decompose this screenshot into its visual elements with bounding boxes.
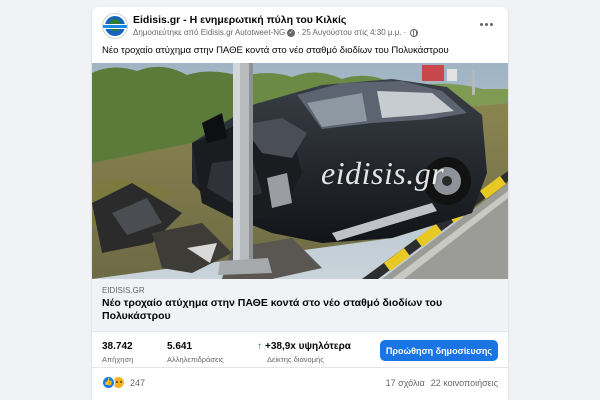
link-domain: EIDISIS.GR xyxy=(102,286,145,295)
accident-photo-image xyxy=(92,63,508,279)
more-options-icon[interactable] xyxy=(476,16,496,32)
meta-separator-2: · xyxy=(403,28,407,37)
distribution-stat[interactable]: ↑ +38,9x υψηλότερα Δείκτης διανομής xyxy=(257,341,351,364)
engagement-counts: 17 σχόλια 22 κοινοποιήσεις xyxy=(386,378,498,388)
shared-by-text: Δημοσιεύτηκε από Eidisis.gr Autotweet-NG xyxy=(133,28,286,37)
post-photo[interactable]: eidisis.gr xyxy=(92,63,508,279)
page-avatar[interactable] xyxy=(102,13,128,39)
promote-post-button[interactable]: Προώθηση δημοσίευσης xyxy=(380,340,498,361)
reach-stat[interactable]: 38.742 Απήχηση xyxy=(102,341,133,364)
globe-icon xyxy=(410,28,419,37)
distribution-value: +38,9x υψηλότερα xyxy=(265,341,351,352)
link-preview[interactable]: EIDISIS.GR Νέο τροχαίο ατύχημα στην ΠΑΘΕ… xyxy=(92,279,508,332)
shares-count[interactable]: 22 κοινοποιήσεις xyxy=(431,378,498,388)
arrow-up-icon: ↑ xyxy=(257,341,262,352)
facebook-post-card: Eidisis.gr - Η ενημερωτική πύλη του Κιλκ… xyxy=(92,7,508,400)
post-footer: 👍 247 17 σχόλια 22 κοινοποιήσεις xyxy=(92,368,508,400)
post-text: Νέο τροχαίο ατύχημα στην ΠΑΘΕ κοντά στο … xyxy=(102,45,449,56)
post-meta: Δημοσιεύτηκε από Eidisis.gr Autotweet-NG… xyxy=(133,28,419,37)
verified-icon: ✓ xyxy=(287,28,296,37)
engagements-label: Αλληλεπιδράσεις xyxy=(167,355,224,364)
post-timestamp[interactable]: 25 Αυγούστου στις 4:30 μ.μ. xyxy=(302,28,402,37)
distribution-label: Δείκτης διανομής xyxy=(267,355,324,364)
post-header: Eidisis.gr - Η ενημερωτική πύλη του Κιλκ… xyxy=(92,7,508,45)
like-icon: 👍 xyxy=(102,376,115,389)
reactions-summary[interactable]: 👍 247 xyxy=(102,376,145,389)
insights-bar: 38.742 Απήχηση 5.641 Αλληλεπιδράσεις ↑ +3… xyxy=(92,332,508,368)
reach-value: 38.742 xyxy=(102,341,133,352)
reaction-count: 247 xyxy=(130,377,146,388)
comments-count[interactable]: 17 σχόλια xyxy=(386,378,425,388)
photo-watermark: eidisis.gr xyxy=(321,155,445,191)
engagements-stat[interactable]: 5.641 Αλληλεπιδράσεις xyxy=(167,341,224,364)
link-title[interactable]: Νέο τροχαίο ατύχημα στην ΠΑΘΕ κοντά στο … xyxy=(102,297,492,323)
meta-separator: · xyxy=(297,28,300,37)
page-name-link[interactable]: Eidisis.gr - Η ενημερωτική πύλη του Κιλκ… xyxy=(133,14,346,26)
reach-label: Απήχηση xyxy=(102,355,134,364)
engagements-value: 5.641 xyxy=(167,341,193,352)
